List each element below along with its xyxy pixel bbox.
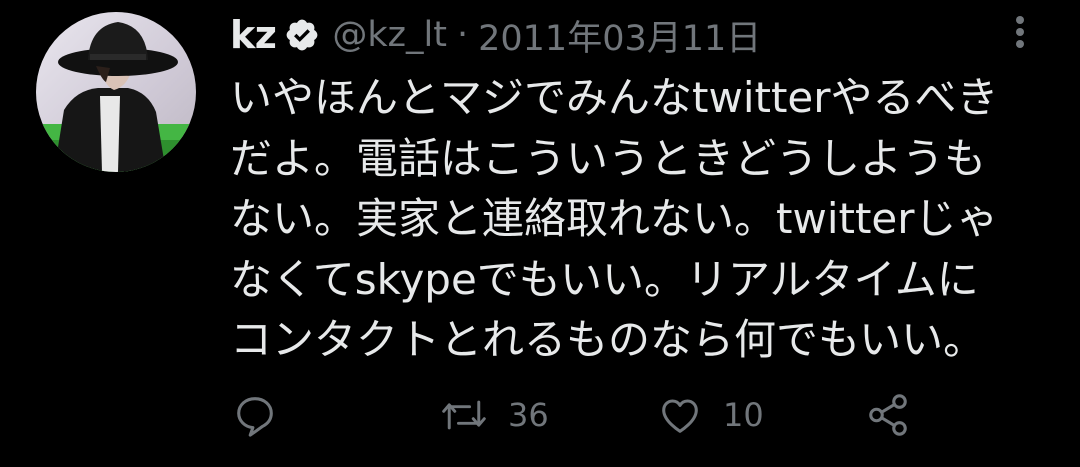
share-button[interactable] [864,392,912,438]
verified-badge-icon [284,17,320,53]
like-count: 10 [723,396,764,434]
like-button[interactable]: 10 [657,392,764,438]
tweet-card[interactable]: kz @kz_lt · 2011年03月11日 いやほんとマジでみんなtwitt… [0,0,1080,467]
like-icon [662,399,698,433]
tweet-text: いやほんとマジでみんなtwitterやるべき だよ。電話はこういうときどうしよう… [230,68,1050,371]
more-options-button[interactable] [1006,12,1034,52]
tweet-text-line: いやほんとマジでみんなtwitterやるべき [230,73,999,122]
retweet-button[interactable]: 36 [440,392,549,438]
tweet-text-line: ない。実家と連絡取れない。twitterじゃ [230,194,999,243]
display-name[interactable]: kz [230,13,277,57]
tweet-text-line: なくてskypeでもいい。リアルタイムに [230,254,979,304]
tweet-text-line: だよ。電話はこういうときどうしようも [230,133,987,183]
reply-button[interactable] [232,392,278,438]
header-separator: · [456,15,469,55]
more-icon [1016,16,1024,48]
user-handle[interactable]: @kz_lt [332,15,447,55]
reply-icon [237,397,273,437]
tweet-text-line: コンタクトとれるものなら何でもいい。 [230,315,986,364]
timestamp[interactable]: 2011年03月11日 [478,10,761,61]
retweet-icon [442,400,486,430]
avatar-image [36,12,196,172]
tweet-actions: 36 10 [232,392,932,438]
share-icon [869,394,907,436]
retweet-count: 36 [508,396,549,434]
avatar[interactable] [36,12,196,172]
tweet-header: kz @kz_lt · 2011年03月11日 [230,10,761,60]
